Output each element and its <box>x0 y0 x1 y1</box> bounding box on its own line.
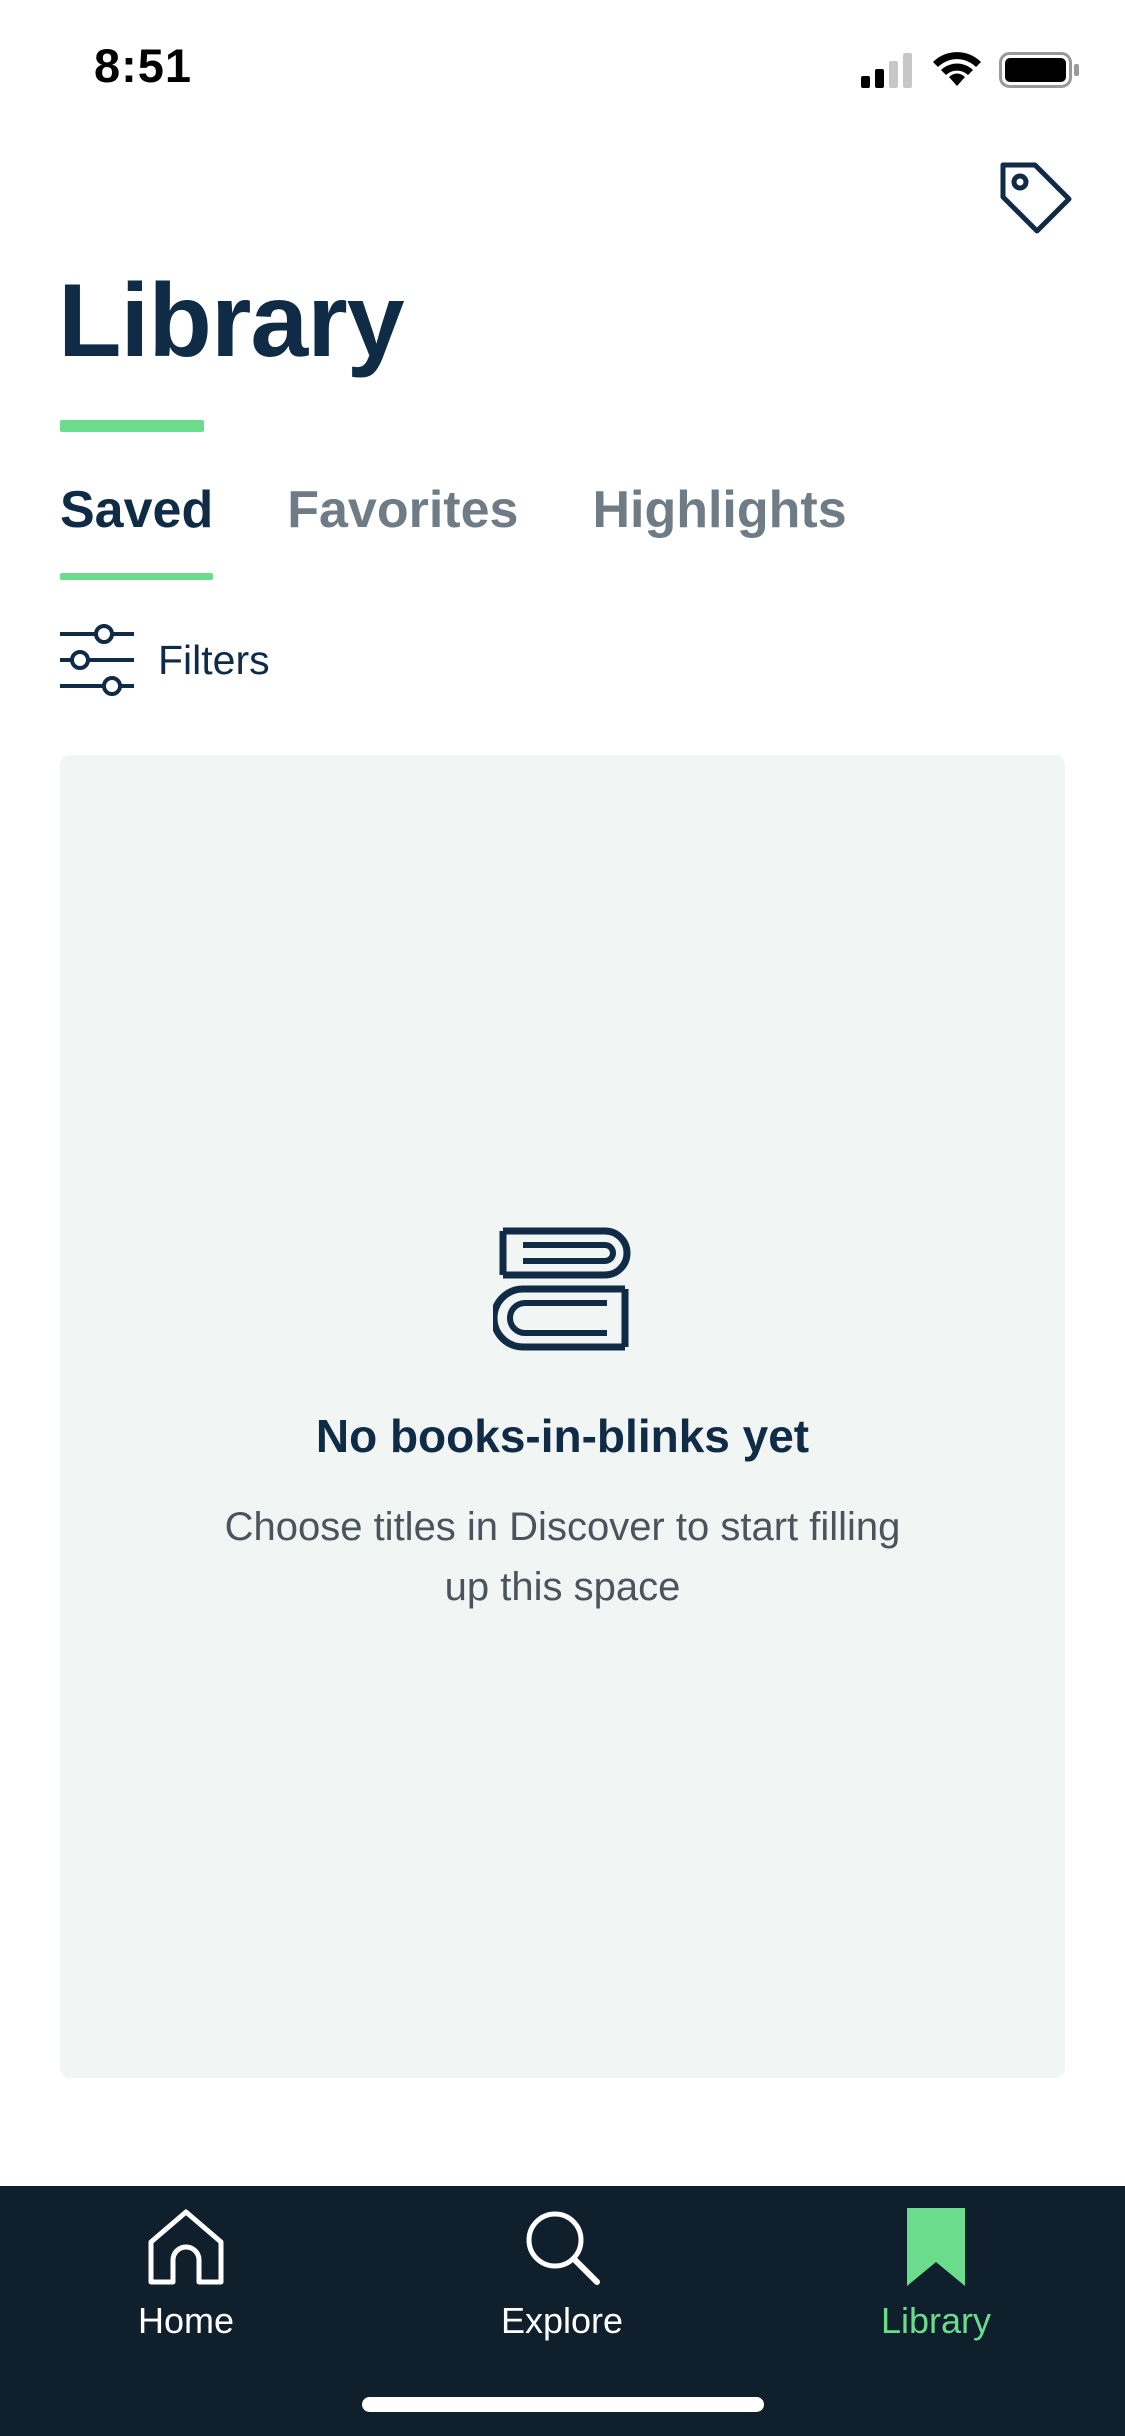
tab-highlights[interactable]: Highlights <box>592 480 846 580</box>
tab-bar-explore[interactable]: Explore <box>432 2202 692 2342</box>
sliders-icon <box>60 624 134 696</box>
bottom-tab-bar: Home Explore Library <box>0 2186 1125 2436</box>
tab-bar-library[interactable]: Library <box>806 2202 1066 2342</box>
search-icon <box>526 2211 600 2285</box>
home-indicator <box>362 2397 764 2412</box>
empty-state-card: No books-in-blinks yet Choose titles in … <box>60 755 1065 2078</box>
cellular-signal-icon <box>861 53 912 88</box>
tab-bar-home[interactable]: Home <box>56 2202 316 2342</box>
empty-state-title: No books-in-blinks yet <box>315 1410 810 1462</box>
filters-button[interactable]: Filters <box>60 624 270 696</box>
status-time: 8:51 <box>94 39 193 92</box>
battery-icon <box>999 52 1079 88</box>
bookmark-icon <box>907 2208 965 2286</box>
empty-state-subtitle: Choose titles in Discover to start filli… <box>224 1505 901 1609</box>
status-bar: 8:51 <box>0 0 1125 135</box>
tags-button[interactable] <box>990 152 1080 242</box>
library-screen: 8:51 Library Saved Favorites Highlights … <box>0 0 1125 2436</box>
tab-saved[interactable]: Saved <box>60 480 214 580</box>
status-icons <box>861 52 1079 88</box>
books-stack-icon <box>492 1227 630 1351</box>
library-tabs: Saved Favorites Highlights <box>60 480 921 580</box>
tab-bar-explore-label: Explore <box>500 2300 624 2341</box>
tab-bar-home-label: Home <box>137 2300 235 2341</box>
tag-icon <box>1000 162 1072 234</box>
page-title: Library <box>58 263 405 379</box>
title-underline <box>60 420 204 432</box>
tab-bar-library-label: Library <box>880 2300 992 2341</box>
empty-state: No books-in-blinks yet Choose titles in … <box>60 1225 1065 1617</box>
home-icon <box>148 2209 224 2285</box>
wifi-icon <box>933 52 981 86</box>
filters-label: Filters <box>158 636 270 683</box>
tab-favorites[interactable]: Favorites <box>287 480 518 580</box>
